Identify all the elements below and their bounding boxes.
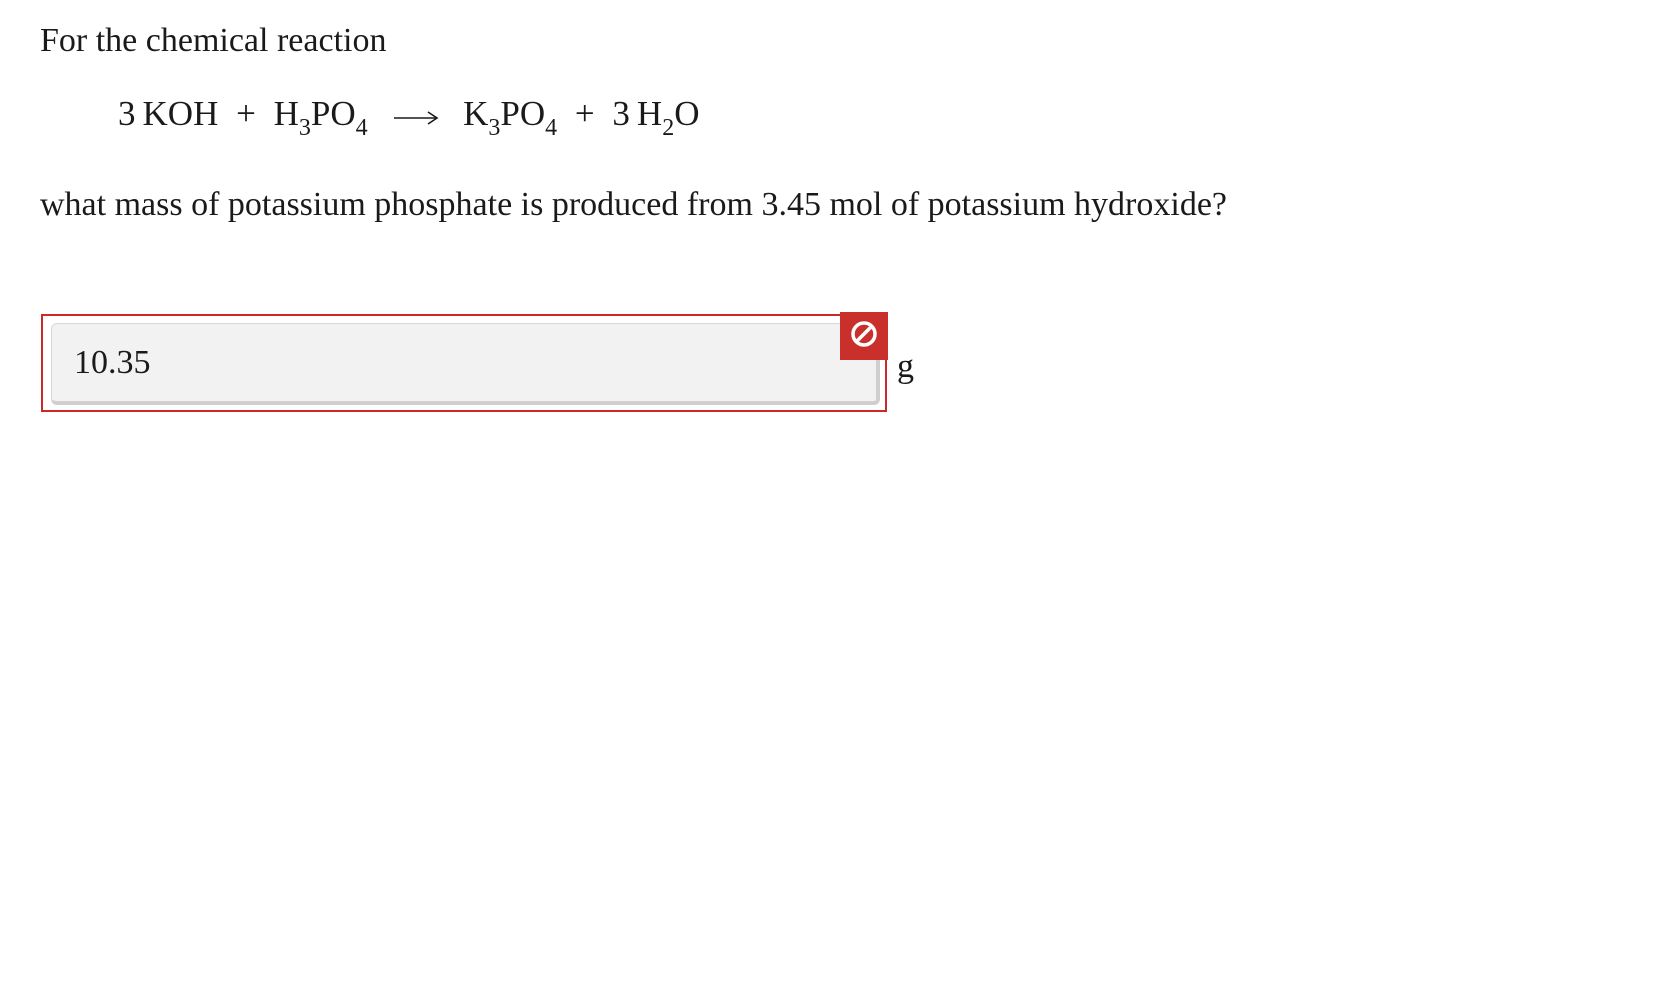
- h3po4-oxygen-subscript: 4: [355, 115, 368, 141]
- h2o-coefficient: 3: [612, 94, 630, 133]
- h2o-oxygen: O: [674, 94, 700, 133]
- h3po4-hydrogen: H: [273, 94, 299, 133]
- product-k3po4: K3PO4: [463, 92, 557, 140]
- reactant-koh: 3 KOH: [118, 92, 218, 136]
- h3po4-po: PO: [310, 94, 356, 133]
- reactant-koh-coefficient: 3: [118, 94, 136, 133]
- reactant-koh-formula: KOH: [142, 94, 219, 133]
- k3po4-potassium-subscript: 3: [488, 115, 501, 141]
- plus-sign: +: [574, 94, 595, 133]
- chemical-equation: 3 KOH + H3PO4 K3PO4 + 3 H2O: [118, 92, 700, 140]
- question-prompt: what mass of potassium phosphate is prod…: [40, 186, 1227, 223]
- question-intro: For the chemical reaction: [40, 22, 387, 59]
- k3po4-po: PO: [500, 94, 546, 133]
- h2o-hydrogen-subscript: 2: [662, 115, 675, 141]
- answer-input[interactable]: [51, 323, 880, 405]
- reactant-h3po4: H3PO4: [273, 92, 368, 140]
- incorrect-status-badge: [840, 312, 888, 360]
- answer-field-frame: [41, 314, 887, 412]
- plus-sign: +: [236, 94, 256, 133]
- k3po4-oxygen-subscript: 4: [545, 115, 558, 141]
- k3po4-potassium: K: [463, 94, 489, 133]
- answer-unit: g: [897, 348, 914, 385]
- prohibited-icon: [849, 319, 879, 354]
- product-h2o: 3 H2O: [612, 92, 700, 140]
- h2o-hydrogen: H: [636, 94, 663, 133]
- reaction-arrow-icon: [392, 95, 440, 139]
- h3po4-hydrogen-subscript: 3: [298, 115, 311, 141]
